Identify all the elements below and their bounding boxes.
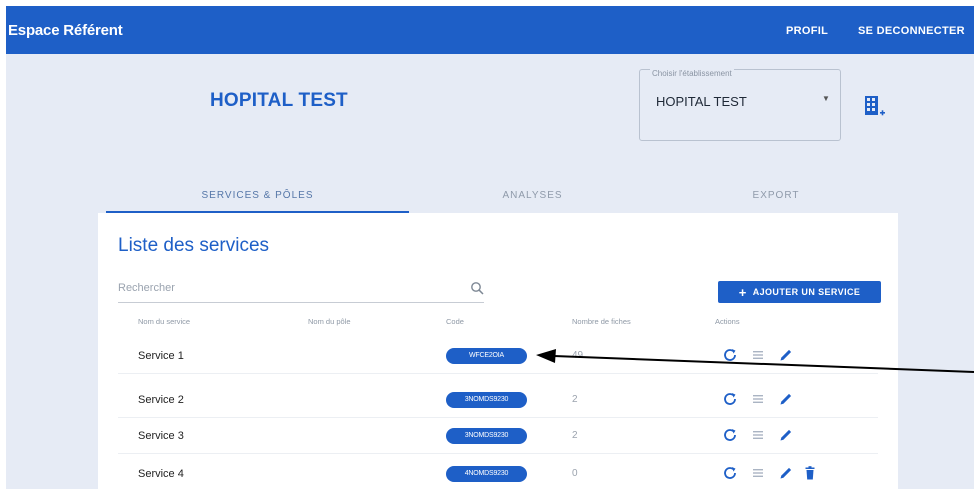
search-input[interactable] — [118, 282, 448, 294]
table-row: Service 3 3NOMDS9230 2 — [118, 418, 878, 454]
refresh-icon[interactable] — [722, 465, 738, 481]
list-icon[interactable] — [750, 427, 766, 443]
logout-link[interactable]: SE DECONNECTER — [858, 25, 965, 37]
caret-down-icon: ▼ — [822, 94, 830, 103]
service-code-badge[interactable]: 3NOMDS9230 — [446, 392, 527, 408]
table-row: Service 2 3NOMDS9230 2 — [118, 382, 878, 418]
edit-icon[interactable] — [778, 347, 794, 363]
service-name: Service 4 — [138, 468, 184, 480]
edit-icon[interactable] — [778, 427, 794, 443]
column-header-code: Code — [446, 317, 464, 326]
fiche-count: 2 — [572, 394, 578, 405]
tab-analyses[interactable]: ANALYSES — [409, 190, 656, 214]
add-establishment-icon[interactable] — [862, 94, 886, 120]
add-service-button[interactable]: + AJOUTER UN SERVICE — [718, 281, 881, 303]
edit-icon[interactable] — [778, 391, 794, 407]
column-header-pole-name: Nom du pôle — [308, 317, 351, 326]
service-code-badge[interactable]: WFCE2OIA — [446, 348, 527, 364]
plus-icon: + — [738, 284, 747, 300]
column-header-actions: Actions — [715, 317, 740, 326]
search-field[interactable] — [118, 277, 484, 303]
service-name: Service 1 — [138, 350, 184, 362]
delete-icon[interactable] — [802, 465, 818, 481]
establishment-select-value: HOPITAL TEST — [656, 94, 747, 109]
list-icon[interactable] — [750, 347, 766, 363]
app-window: Espace Référent PROFIL SE DECONNECTER HO… — [6, 6, 974, 489]
service-code-badge[interactable]: 4NOMDS9230 — [446, 466, 527, 482]
list-icon[interactable] — [750, 465, 766, 481]
table-row: Service 4 4NOMDS9230 0 — [118, 456, 878, 489]
service-name: Service 3 — [138, 430, 184, 442]
fiche-count: 49 — [572, 350, 584, 361]
column-header-fiche-count: Nombre de fiches — [572, 317, 631, 326]
refresh-icon[interactable] — [722, 347, 738, 363]
service-code-badge[interactable]: 3NOMDS9230 — [446, 428, 527, 444]
services-list-title: Liste des services — [118, 235, 270, 256]
refresh-icon[interactable] — [722, 427, 738, 443]
services-card: Liste des services + AJOUTER UN SERVICE … — [98, 213, 898, 489]
fiche-count: 2 — [572, 430, 578, 441]
establishment-select[interactable]: Choisir l'établissement HOPITAL TEST ▼ — [639, 69, 841, 141]
table-row: Service 1 WFCE2OIA 49 — [118, 338, 878, 374]
tab-export[interactable]: EXPORT — [656, 190, 896, 214]
add-service-label: AJOUTER UN SERVICE — [752, 287, 861, 297]
fiche-count: 0 — [572, 468, 578, 479]
refresh-icon[interactable] — [722, 391, 738, 407]
list-icon[interactable] — [750, 391, 766, 407]
top-app-bar: Espace Référent PROFIL SE DECONNECTER — [6, 6, 974, 54]
edit-icon[interactable] — [778, 465, 794, 481]
establishment-select-label: Choisir l'établissement — [650, 69, 734, 78]
establishment-title: HOPITAL TEST — [210, 90, 348, 111]
app-title: Espace Référent — [8, 22, 123, 39]
column-header-service-name: Nom du service — [138, 317, 191, 326]
profile-link[interactable]: PROFIL — [786, 25, 828, 37]
service-name: Service 2 — [138, 394, 184, 406]
search-icon[interactable] — [470, 281, 484, 295]
